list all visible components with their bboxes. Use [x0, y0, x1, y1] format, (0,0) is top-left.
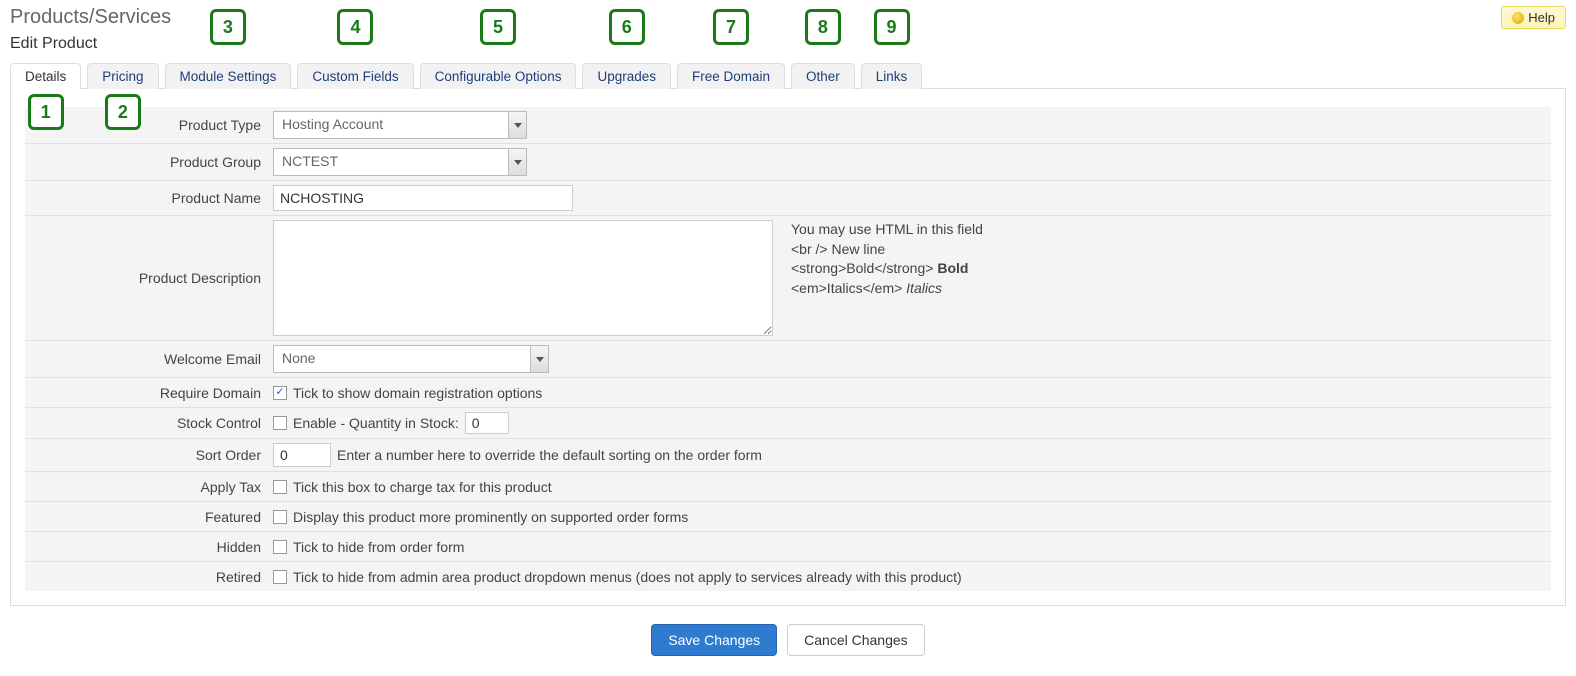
page-title: Products/Services	[10, 6, 171, 29]
hidden-label: Hidden	[25, 539, 273, 555]
annotation-badge: 9	[874, 9, 910, 45]
chevron-down-icon	[508, 112, 526, 138]
lightbulb-icon	[1512, 12, 1524, 24]
annotation-badge: 4	[337, 9, 373, 45]
require-domain-label: Require Domain	[25, 385, 273, 401]
product-type-value: Hosting Account	[274, 112, 508, 138]
annotation-badge: 1	[28, 94, 64, 130]
retired-text: Tick to hide from admin area product dro…	[293, 569, 962, 585]
help-button[interactable]: Help	[1501, 6, 1566, 29]
featured-checkbox[interactable]	[273, 510, 287, 524]
product-group-value: NCTEST	[274, 149, 508, 175]
tab-module-settings[interactable]: Module Settings3	[165, 63, 292, 89]
product-group-label: Product Group	[25, 154, 273, 170]
footer-buttons: Save Changes Cancel Changes	[10, 624, 1566, 656]
hidden-text: Tick to hide from order form	[293, 539, 464, 555]
tab-bar: Details1Pricing2 Module Settings3Custom F…	[10, 63, 1566, 89]
tab-upgrades[interactable]: Upgrades6	[582, 63, 671, 89]
stock-control-label: Stock Control	[25, 415, 273, 431]
retired-checkbox[interactable]	[273, 570, 287, 584]
annotation-badge: 7	[713, 9, 749, 45]
product-name-label: Product Name	[25, 190, 273, 206]
tab-other[interactable]: Other8	[791, 63, 855, 89]
save-button[interactable]: Save Changes	[651, 624, 777, 656]
description-help-text: You may use HTML in this field <br /> Ne…	[791, 220, 983, 298]
annotation-badge: 6	[609, 9, 645, 45]
sort-order-input[interactable]	[273, 443, 331, 467]
sort-order-text: Enter a number here to override the defa…	[337, 447, 762, 463]
welcome-email-label: Welcome Email	[25, 351, 273, 367]
hidden-checkbox[interactable]	[273, 540, 287, 554]
retired-label: Retired	[25, 569, 273, 585]
tab-details[interactable]: Details1	[10, 63, 81, 89]
cancel-button[interactable]: Cancel Changes	[787, 624, 925, 656]
tab-pricing[interactable]: Pricing2	[87, 63, 158, 89]
tab-links[interactable]: Links9	[861, 63, 923, 89]
product-description-label: Product Description	[25, 270, 273, 286]
tab-custom-fields[interactable]: Custom Fields4	[297, 63, 413, 89]
stock-control-text: Enable - Quantity in Stock:	[293, 415, 459, 431]
apply-tax-checkbox[interactable]	[273, 480, 287, 494]
welcome-email-select[interactable]: None	[273, 345, 549, 373]
chevron-down-icon	[530, 346, 548, 372]
apply-tax-label: Apply Tax	[25, 479, 273, 495]
tab-panel-details: Product Type Hosting Account Product Gro…	[10, 88, 1566, 606]
featured-text: Display this product more prominently on…	[293, 509, 688, 525]
sort-order-label: Sort Order	[25, 447, 273, 463]
product-name-input[interactable]	[273, 185, 573, 211]
tab-free-domain[interactable]: Free Domain7	[677, 63, 785, 89]
product-description-textarea[interactable]	[273, 220, 773, 336]
annotation-badge: 8	[805, 9, 841, 45]
featured-label: Featured	[25, 509, 273, 525]
product-group-select[interactable]: NCTEST	[273, 148, 527, 176]
stock-quantity-input[interactable]	[465, 412, 509, 434]
product-type-select[interactable]: Hosting Account	[273, 111, 527, 139]
stock-control-checkbox[interactable]	[273, 416, 287, 430]
page-subtitle: Edit Product	[10, 35, 171, 53]
help-button-label: Help	[1528, 10, 1555, 25]
require-domain-text: Tick to show domain registration options	[293, 385, 542, 401]
require-domain-checkbox[interactable]	[273, 386, 287, 400]
welcome-email-value: None	[274, 346, 530, 372]
chevron-down-icon	[508, 149, 526, 175]
tab-configurable-options[interactable]: Configurable Options5	[420, 63, 577, 89]
annotation-badge: 3	[210, 9, 246, 45]
apply-tax-text: Tick this box to charge tax for this pro…	[293, 479, 552, 495]
annotation-badge: 5	[480, 9, 516, 45]
annotation-badge: 2	[105, 94, 141, 130]
